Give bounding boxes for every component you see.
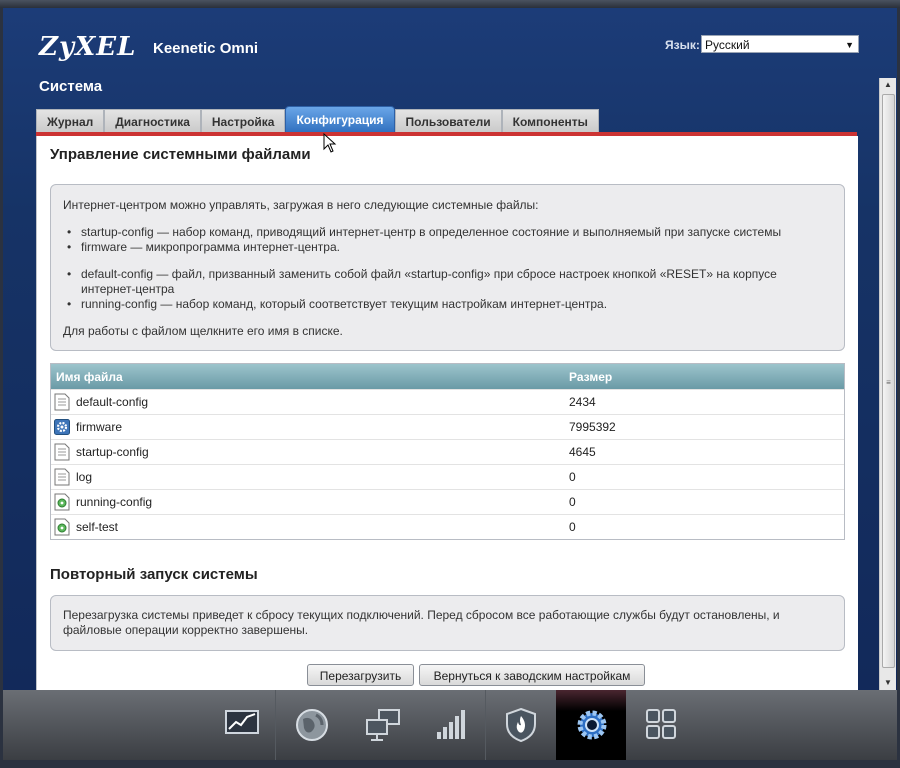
globe-icon bbox=[296, 709, 328, 741]
content-panel: Управление системными файлами Интернет-ц… bbox=[36, 136, 858, 696]
restart-info-box: Перезагрузка системы приведет к сбросу т… bbox=[50, 595, 845, 651]
dock-security[interactable] bbox=[486, 690, 556, 760]
column-name-header[interactable]: Имя файла bbox=[56, 370, 123, 384]
table-row[interactable]: running-config 0 bbox=[51, 489, 844, 514]
document-icon bbox=[54, 443, 70, 461]
dock-internet[interactable] bbox=[276, 690, 346, 760]
dock-home-network[interactable] bbox=[346, 690, 416, 760]
device-model: Keenetic Omni bbox=[153, 40, 259, 57]
file-name[interactable]: startup-config bbox=[76, 445, 149, 459]
network-computers-icon bbox=[366, 709, 400, 741]
gear-icon bbox=[54, 419, 70, 435]
file-size: 2434 bbox=[569, 395, 596, 409]
scroll-grip-icon: ≡ bbox=[886, 378, 891, 387]
column-size-header[interactable]: Размер bbox=[569, 370, 612, 384]
dock-apps[interactable] bbox=[626, 690, 696, 760]
window-top-border bbox=[0, 0, 900, 8]
files-hint: Для работы с файлом щелкните его имя в с… bbox=[63, 324, 343, 338]
file-size: 0 bbox=[569, 470, 576, 484]
tab-users[interactable]: Пользователи bbox=[394, 109, 502, 133]
apps-grid-icon bbox=[646, 709, 676, 739]
scroll-up-arrow-icon[interactable]: ▲ bbox=[880, 78, 896, 92]
scroll-thumb[interactable]: ≡ bbox=[882, 94, 895, 668]
dock-system[interactable] bbox=[556, 690, 626, 760]
page-title: Система bbox=[39, 78, 103, 95]
language-label: Язык: bbox=[665, 38, 700, 52]
file-size: 0 bbox=[569, 520, 576, 534]
file-size: 0 bbox=[569, 495, 576, 509]
chevron-down-icon: ▼ bbox=[845, 40, 854, 50]
document-icon bbox=[54, 393, 70, 411]
file-name[interactable]: default-config bbox=[76, 395, 148, 409]
files-intro: Интернет-центром можно управлять, загруж… bbox=[63, 198, 539, 212]
file-size: 7995392 bbox=[569, 420, 616, 434]
dock-monitor[interactable] bbox=[206, 690, 276, 760]
restart-text: Перезагрузка системы приведет к сбросу т… bbox=[63, 608, 780, 637]
files-info-box: Интернет-центром можно управлять, загруж… bbox=[50, 184, 845, 351]
table-row[interactable]: default-config 2434 bbox=[51, 389, 844, 414]
files-table: Имя файла Размер default-config 2434 fir… bbox=[50, 363, 845, 540]
files-list-item: startup-config — набор команд, приводящи… bbox=[67, 225, 831, 240]
tab-journal[interactable]: Журнал bbox=[36, 109, 105, 133]
file-name[interactable]: running-config bbox=[76, 495, 152, 509]
gear-icon bbox=[577, 710, 607, 740]
table-row[interactable]: startup-config 4645 bbox=[51, 439, 844, 464]
table-row[interactable]: self-test 0 bbox=[51, 514, 844, 539]
document-gear-icon bbox=[54, 493, 70, 511]
vertical-scrollbar[interactable]: ▲ ≡ ▼ bbox=[879, 78, 896, 690]
tab-configuration[interactable]: Конфигурация bbox=[285, 106, 395, 133]
bottom-dock bbox=[3, 690, 897, 760]
reboot-button[interactable]: Перезагрузить bbox=[307, 664, 414, 686]
table-row[interactable]: log 0 bbox=[51, 464, 844, 489]
file-name[interactable]: self-test bbox=[76, 520, 118, 534]
factory-reset-button[interactable]: Вернуться к заводским настройкам bbox=[419, 664, 645, 686]
restart-section-title: Повторный запуск системы bbox=[50, 566, 258, 583]
document-gear-icon bbox=[54, 518, 70, 536]
scroll-down-arrow-icon[interactable]: ▼ bbox=[880, 676, 896, 690]
document-icon bbox=[54, 468, 70, 486]
files-list-item: firmware — микропрограмма интернет-центр… bbox=[67, 240, 831, 255]
tab-bar: Журнал Диагностика Настройка Конфигураци… bbox=[36, 106, 599, 134]
table-row[interactable]: firmware 7995392 bbox=[51, 414, 844, 439]
tab-settings[interactable]: Настройка bbox=[200, 109, 286, 133]
file-name[interactable]: log bbox=[76, 470, 92, 484]
files-list-item: default-config — файл, призванный замени… bbox=[67, 267, 831, 297]
language-value: Русский bbox=[705, 38, 750, 52]
signal-bars-icon bbox=[437, 710, 465, 739]
tab-diagnostics[interactable]: Диагностика bbox=[104, 109, 201, 133]
files-list-item: running-config — набор команд, который с… bbox=[67, 297, 831, 312]
window-bottom-border bbox=[0, 760, 900, 768]
file-name[interactable]: firmware bbox=[76, 420, 122, 434]
file-size: 4645 bbox=[569, 445, 596, 459]
files-list: default-config — файл, призванный замени… bbox=[67, 267, 831, 312]
monitor-chart-icon bbox=[225, 710, 259, 734]
files-list: startup-config — набор команд, приводящи… bbox=[67, 225, 831, 255]
language-select[interactable]: Русский ▼ bbox=[701, 35, 859, 53]
table-header: Имя файла Размер bbox=[51, 364, 844, 389]
mouse-cursor-icon bbox=[323, 133, 337, 153]
dock-wifi[interactable] bbox=[416, 690, 486, 760]
files-section-title: Управление системными файлами bbox=[50, 146, 311, 163]
shield-flame-icon bbox=[506, 708, 536, 742]
tab-components[interactable]: Компоненты bbox=[501, 109, 599, 133]
zyxel-logo: ZyXEL bbox=[39, 32, 137, 62]
